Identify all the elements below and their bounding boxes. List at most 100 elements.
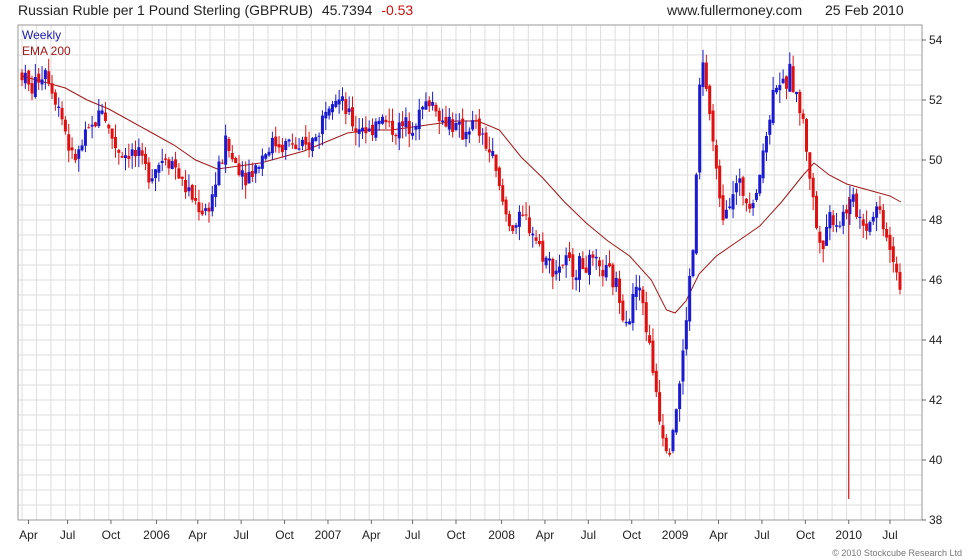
- candle-body: [421, 106, 425, 110]
- y-tick-label: 38: [929, 513, 943, 527]
- candle-body: [391, 120, 395, 135]
- x-tick-label: Jul: [882, 528, 897, 542]
- candle-body: [634, 286, 638, 297]
- candle-body: [324, 111, 328, 119]
- candle-body: [147, 162, 151, 183]
- candle-body: [805, 119, 809, 152]
- candle-body: [374, 121, 378, 138]
- candle-body: [170, 161, 174, 170]
- candle-body: [23, 72, 27, 84]
- candle-body: [851, 194, 855, 202]
- x-tick-label: Apr: [536, 528, 555, 542]
- candle-body: [858, 216, 862, 218]
- candle-body: [337, 99, 341, 105]
- candle-body: [457, 121, 461, 125]
- candle-body: [224, 135, 228, 165]
- candle-body: [885, 228, 889, 238]
- candle-body: [694, 174, 698, 254]
- x-tick-label: 2006: [143, 528, 170, 542]
- candle-body: [264, 154, 268, 159]
- candle-body: [407, 120, 411, 135]
- candle-body: [574, 277, 578, 281]
- candle-body: [778, 85, 782, 91]
- candle-body: [194, 198, 198, 201]
- candle-body: [113, 136, 117, 149]
- candle-body: [811, 177, 815, 198]
- candle-body: [875, 206, 879, 218]
- candle-body: [504, 199, 508, 215]
- candle-body: [200, 210, 204, 215]
- candle-body: [354, 128, 358, 133]
- candle-body: [845, 209, 849, 214]
- candle-body: [654, 370, 658, 393]
- candle-body: [644, 302, 648, 333]
- last-price: 45.7394: [322, 2, 373, 18]
- legend-ema-200: EMA 200: [22, 44, 71, 58]
- candle-body: [714, 145, 718, 169]
- candle-body: [631, 293, 635, 324]
- candle: [698, 77, 702, 180]
- candle-body: [467, 131, 471, 135]
- x-tick-label: Apr: [362, 528, 381, 542]
- candle-body: [895, 263, 899, 273]
- candle-body: [658, 392, 662, 422]
- candle-body: [594, 256, 598, 259]
- candle-body: [414, 126, 418, 130]
- candle-body: [434, 104, 438, 112]
- x-tick-label: Jul: [405, 528, 420, 542]
- candle-body: [70, 147, 74, 151]
- candle-body: [868, 222, 872, 232]
- candle-body: [277, 144, 281, 148]
- candle-body: [140, 150, 144, 156]
- candle: [815, 191, 819, 230]
- candle-body: [327, 108, 331, 116]
- candle-body: [611, 264, 615, 288]
- candle-body: [387, 121, 391, 123]
- candle-body: [417, 109, 421, 130]
- candle-body: [704, 62, 708, 89]
- candle-body: [567, 252, 571, 258]
- candle-body: [177, 168, 181, 179]
- candle-body: [764, 135, 768, 153]
- candle-body: [294, 144, 298, 150]
- candle-body: [83, 129, 87, 146]
- candle-body: [73, 153, 77, 161]
- candle: [671, 428, 675, 454]
- candle-body: [491, 150, 495, 156]
- candle-body: [187, 187, 191, 192]
- candle-body: [588, 254, 592, 275]
- candle-body: [835, 225, 839, 227]
- candle-body: [164, 158, 168, 160]
- candle-body: [240, 170, 244, 177]
- candle-body: [340, 96, 344, 101]
- candle-body: [347, 108, 351, 112]
- candle-body: [103, 112, 107, 122]
- candle-body: [608, 263, 612, 267]
- y-tick-label: 50: [929, 153, 943, 167]
- candle-body: [618, 278, 622, 303]
- candle-body: [771, 89, 775, 124]
- candle-body: [157, 164, 161, 173]
- candle-body: [411, 132, 415, 136]
- candle-body: [260, 155, 264, 169]
- candle-body: [591, 254, 595, 258]
- candle-body: [821, 240, 825, 250]
- x-tick-label: Oct: [102, 528, 121, 542]
- candle-body: [718, 165, 722, 199]
- candle-body: [511, 225, 515, 232]
- candle-body: [561, 264, 565, 266]
- candle-body: [461, 118, 465, 140]
- candle-body: [87, 127, 91, 129]
- candle-body: [204, 208, 208, 211]
- y-tick-label: 52: [929, 93, 943, 107]
- candle-body: [310, 138, 314, 152]
- candle-body: [871, 216, 875, 222]
- candle-body: [93, 122, 97, 127]
- candle-body: [184, 179, 188, 193]
- candle-body: [220, 162, 224, 164]
- candle-body: [67, 134, 71, 151]
- candle-body: [661, 425, 665, 439]
- candle-body: [628, 321, 632, 325]
- candle-body: [601, 269, 605, 277]
- candle-body: [37, 73, 41, 83]
